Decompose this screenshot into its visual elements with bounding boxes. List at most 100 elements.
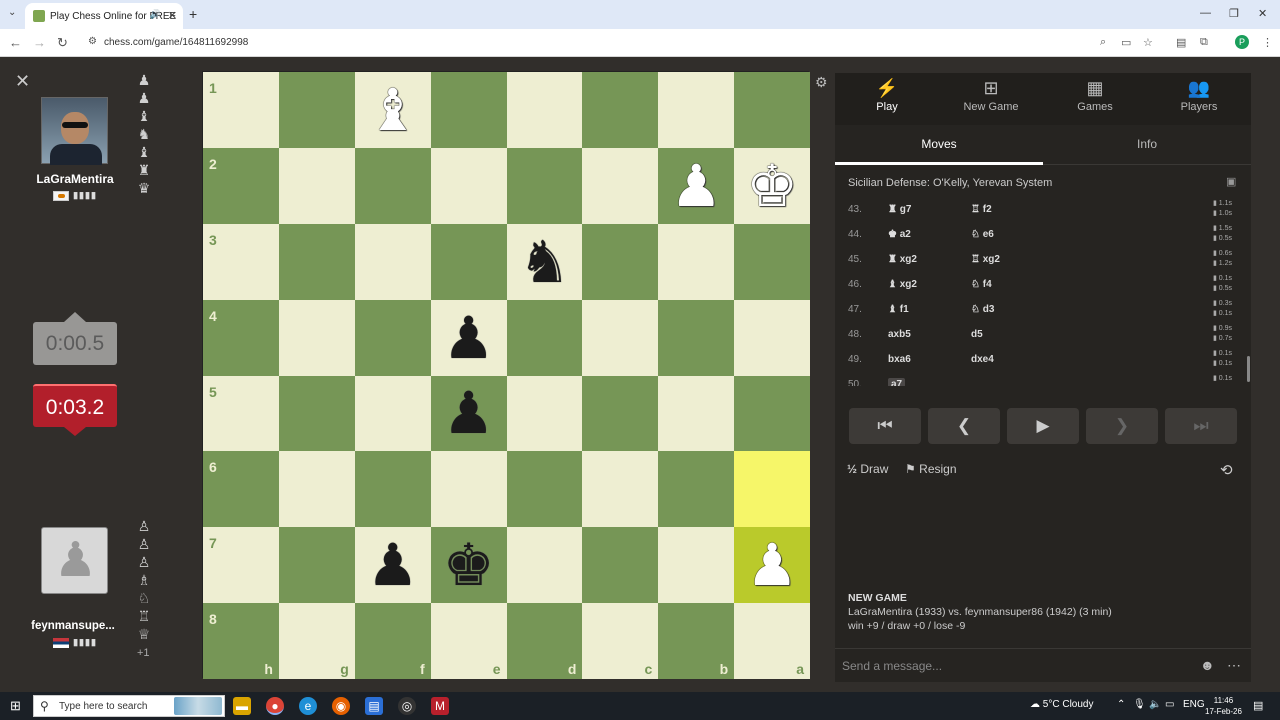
white-move[interactable]: ♜ g7 xyxy=(888,204,911,215)
draw-button[interactable]: ½ Draw xyxy=(847,462,888,476)
black-pawn-piece[interactable]: ♟ xyxy=(355,527,431,603)
flip-board-icon[interactable]: ⟲ xyxy=(1220,461,1233,479)
square-c8[interactable]: c xyxy=(582,603,659,679)
top-player-name[interactable]: LaGraMentira xyxy=(10,172,140,186)
white-king-piece[interactable]: ♚ xyxy=(734,148,810,224)
tab-games[interactable]: ▦ Games xyxy=(1043,73,1147,125)
black-move[interactable]: ♖ xg2 xyxy=(971,254,1000,265)
opening-name[interactable]: Sicilian Defense: O'Kelly, Yerevan Syste… xyxy=(848,177,1052,189)
square-f2[interactable] xyxy=(354,147,431,224)
square-f5[interactable] xyxy=(354,375,431,452)
square-a3[interactable] xyxy=(734,223,810,300)
square-h6[interactable]: 6 xyxy=(203,451,279,528)
window-close-icon[interactable]: ✕ xyxy=(1258,7,1267,20)
white-pawn-piece[interactable]: ♟ xyxy=(658,148,734,224)
square-e2[interactable] xyxy=(430,147,507,224)
square-h7[interactable]: 7 xyxy=(203,527,279,604)
square-e8[interactable]: e xyxy=(430,603,507,679)
chat-input[interactable]: Send a message... xyxy=(842,659,942,673)
square-f4[interactable] xyxy=(354,299,431,376)
square-c1[interactable] xyxy=(582,72,659,148)
square-g2[interactable] xyxy=(278,147,355,224)
square-d5[interactable] xyxy=(506,375,583,452)
square-h5[interactable]: 5 xyxy=(203,375,279,452)
edge-icon[interactable]: e xyxy=(299,697,317,715)
move-list-scrollbar[interactable] xyxy=(1247,356,1250,382)
square-h4[interactable]: 4 xyxy=(203,299,279,376)
square-c5[interactable] xyxy=(582,375,659,452)
store-icon[interactable]: ▤ xyxy=(365,697,383,715)
square-a6[interactable] xyxy=(734,451,810,528)
tab-info[interactable]: Info xyxy=(1043,125,1251,165)
tab-new-game[interactable]: ⊞ New Game xyxy=(939,73,1043,125)
square-a8[interactable]: a xyxy=(734,603,810,679)
file-explorer-icon[interactable]: ▬ xyxy=(233,697,251,715)
play-moves-button[interactable]: ▶ xyxy=(1007,408,1079,444)
tab-players[interactable]: 👥 Players xyxy=(1147,73,1251,125)
top-player-avatar[interactable] xyxy=(41,97,108,165)
last-move-button[interactable]: ⏭ xyxy=(1165,408,1237,444)
extension-icon[interactable]: ▤ xyxy=(1176,36,1186,49)
square-g3[interactable] xyxy=(278,223,355,300)
square-c7[interactable] xyxy=(582,527,659,604)
language-indicator[interactable]: ENG xyxy=(1183,699,1205,710)
more-options-icon[interactable]: ⋯ xyxy=(1227,657,1241,674)
square-h2[interactable]: 2 xyxy=(203,147,279,224)
first-move-button[interactable]: ⏮ xyxy=(849,408,921,444)
close-icon[interactable]: ✕ xyxy=(15,71,30,92)
square-c2[interactable] xyxy=(582,147,659,224)
white-bishop-piece[interactable]: ♝ xyxy=(355,72,431,148)
square-g1[interactable] xyxy=(278,72,355,148)
square-h8[interactable]: 8h xyxy=(203,603,279,679)
volume-icon[interactable]: 🔈 xyxy=(1149,699,1161,710)
browser-tab[interactable]: Play Chess Online for FREE 🔊 ✕ xyxy=(25,3,183,29)
taskbar-search[interactable]: ⚲ Type here to search xyxy=(33,695,225,717)
square-b8[interactable]: b xyxy=(658,603,735,679)
white-move[interactable]: ♜ xg2 xyxy=(888,254,917,265)
square-c6[interactable] xyxy=(582,451,659,528)
resign-button[interactable]: ⚑ Resign xyxy=(905,462,956,476)
mic-icon[interactable]: 🎙 xyxy=(1133,699,1146,710)
square-d8[interactable]: d xyxy=(506,603,583,679)
bottom-player-avatar[interactable]: ♟ xyxy=(41,527,108,594)
bookmark-star-icon[interactable]: ☆ xyxy=(1143,36,1153,49)
square-e1[interactable] xyxy=(430,72,507,148)
book-icon[interactable]: ▣ xyxy=(1226,175,1236,188)
profile-avatar[interactable]: P xyxy=(1235,35,1249,49)
back-icon[interactable]: ← xyxy=(9,35,22,50)
emoji-icon[interactable]: ☻ xyxy=(1200,657,1215,673)
mcafee-icon[interactable]: M xyxy=(431,697,449,715)
zoom-icon[interactable]: ⌕ xyxy=(1100,36,1106,49)
square-d2[interactable] xyxy=(506,147,583,224)
network-icon[interactable]: ▭ xyxy=(1165,699,1174,710)
windows-start-icon[interactable]: ⊞ xyxy=(10,698,21,714)
black-move[interactable]: ♘ f4 xyxy=(971,279,992,290)
square-g8[interactable]: g xyxy=(278,603,355,679)
square-h3[interactable]: 3 xyxy=(203,223,279,300)
extensions-puzzle-icon[interactable]: ⧉ xyxy=(1200,36,1208,49)
white-move[interactable]: axb5 xyxy=(888,329,911,340)
browser-menu-icon[interactable]: ⋮ xyxy=(1262,36,1273,49)
white-move[interactable]: ♝ xg2 xyxy=(888,279,917,290)
square-g6[interactable] xyxy=(278,451,355,528)
square-h1[interactable]: 1 xyxy=(203,72,279,148)
previous-move-button[interactable]: ❮ xyxy=(928,408,1000,444)
square-b6[interactable] xyxy=(658,451,735,528)
bottom-player-name[interactable]: feynmansupe... xyxy=(8,620,138,632)
black-move[interactable]: d5 xyxy=(971,329,983,340)
square-f6[interactable] xyxy=(354,451,431,528)
site-info-icon[interactable]: ⚙ xyxy=(88,36,97,47)
tab-play[interactable]: ⚡ Play xyxy=(835,73,939,125)
maximize-icon[interactable]: ❐ xyxy=(1229,7,1239,20)
tab-search-icon[interactable]: ⌄ xyxy=(8,7,16,18)
black-move[interactable]: ♘ d3 xyxy=(971,304,994,315)
white-move[interactable]: a7 xyxy=(888,378,906,386)
tab-moves[interactable]: Moves xyxy=(835,125,1043,165)
black-pawn-piece[interactable]: ♟ xyxy=(431,300,507,376)
weather-widget[interactable]: ☁ 5°C Cloudy xyxy=(1030,699,1093,710)
forward-icon[interactable]: → xyxy=(33,35,46,50)
obs-icon[interactable]: ◎ xyxy=(398,697,416,715)
new-tab-icon[interactable]: + xyxy=(189,6,197,22)
square-d6[interactable] xyxy=(506,451,583,528)
black-pawn-piece[interactable]: ♟ xyxy=(431,376,507,452)
